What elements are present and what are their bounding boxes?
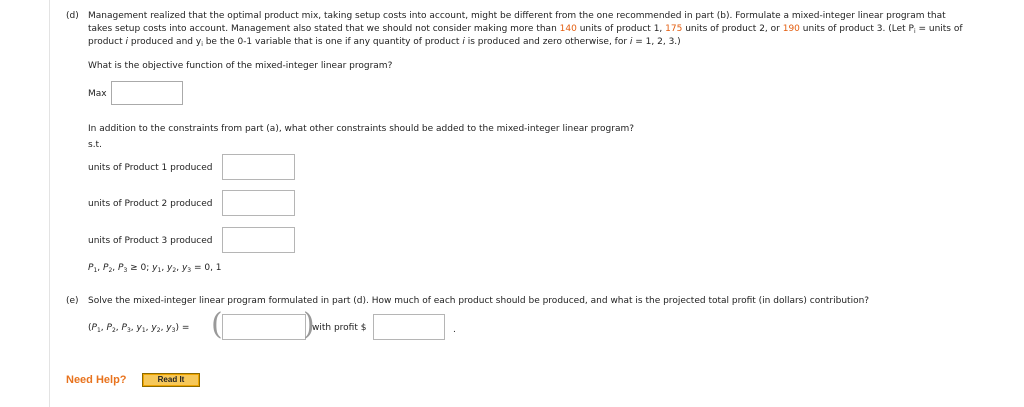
part-d-line-3: product i produced and yi be the 0-1 var… — [88, 37, 681, 48]
st-label: s.t. — [88, 140, 102, 150]
part-e-label: (e) — [66, 296, 79, 306]
objective-question: What is the objective function of the mi… — [88, 61, 393, 71]
read-it-button[interactable]: Read It — [142, 373, 200, 387]
nonnegativity-constraint: P1, P2, P3 ≥ 0; y1, y2, y3 = 0, 1 — [88, 263, 222, 274]
part-e-question: Solve the mixed-integer linear program f… — [88, 296, 870, 306]
part-d-label: (d) — [66, 11, 79, 21]
left-paren: ( — [211, 307, 223, 342]
profit-input[interactable] — [373, 314, 445, 340]
constraint-product-1-label: units of Product 1 produced — [88, 163, 213, 173]
constraint-product-3-input[interactable] — [222, 227, 295, 253]
limit-product-1: 140 — [559, 24, 577, 34]
period-text: . — [453, 325, 456, 335]
part-d-line-1: Management realized that the optimal pro… — [88, 11, 946, 21]
constraint-product-3-label: units of Product 3 produced — [88, 236, 213, 246]
objective-function-input[interactable] — [111, 81, 183, 105]
max-label: Max — [88, 89, 107, 99]
limit-product-3: 190 — [782, 24, 800, 34]
solution-input[interactable] — [222, 314, 306, 340]
part-d-line-2: takes setup costs into account. Manageme… — [88, 24, 963, 35]
need-help-label: Need Help? — [66, 374, 127, 386]
solution-tuple-label: (P1, P2, P3, y1, y2, y3) = — [88, 323, 190, 334]
limit-product-2: 175 — [665, 24, 683, 34]
constraints-question: In addition to the constraints from part… — [88, 124, 635, 134]
with-profit-label: with profit $ — [312, 323, 367, 333]
constraint-product-2-input[interactable] — [222, 190, 295, 216]
constraint-product-1-input[interactable] — [222, 154, 295, 180]
constraint-product-2-label: units of Product 2 produced — [88, 199, 213, 209]
